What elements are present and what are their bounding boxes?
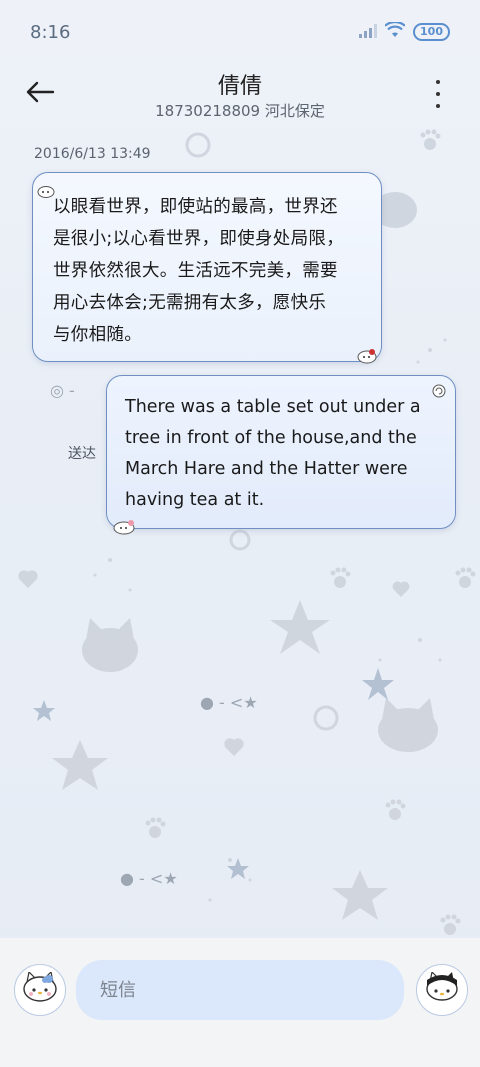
outgoing-message-text: There was a table set out under a tree i… xyxy=(125,397,421,510)
send-button[interactable] xyxy=(416,964,468,1016)
kitty-send-icon xyxy=(423,970,461,1008)
svg-text:● - <★: ● - <★ xyxy=(120,869,178,888)
status-bar: 8:16 100 xyxy=(0,0,480,60)
kitty-bow-deco-icon xyxy=(357,343,377,364)
battery-icon: 100 xyxy=(413,23,450,41)
message-input[interactable] xyxy=(76,960,404,1020)
wifi-icon xyxy=(384,20,406,42)
incoming-message-bubble[interactable]: 以眼看世界，即使站的最高，世界还 是很小;以心看世界，即使身处局限， 世界依然很… xyxy=(32,172,382,364)
sticker-button[interactable] xyxy=(14,964,66,1016)
message-timestamp: 2016/6/13 13:49 xyxy=(34,146,151,162)
contact-name: 倩倩 xyxy=(217,74,262,99)
signal-icon xyxy=(359,23,378,42)
delivery-status: 送达 xyxy=(68,446,96,462)
svg-text:● - <★: ● - <★ xyxy=(200,693,258,712)
incoming-message-text: 以眼看世界，即使站的最高，世界还 是很小;以心看世界，即使身处局限， 世界依然很… xyxy=(53,197,344,345)
outgoing-message-bubble[interactable]: There was a table set out under a tree i… xyxy=(106,375,456,535)
more-options-button[interactable] xyxy=(430,80,446,108)
more-vertical-icon xyxy=(436,80,440,84)
svg-text:◎ -: ◎ - xyxy=(50,381,75,400)
conversation-header: 倩倩 18730218809 河北保定 xyxy=(0,60,480,130)
contact-info: 18730218809 河北保定 xyxy=(155,102,325,120)
status-icons: 100 xyxy=(359,20,450,42)
hello-kitty-sticker-icon xyxy=(21,970,59,1008)
status-time: 8:16 xyxy=(30,22,71,43)
kitty-deco-icon xyxy=(113,514,135,535)
